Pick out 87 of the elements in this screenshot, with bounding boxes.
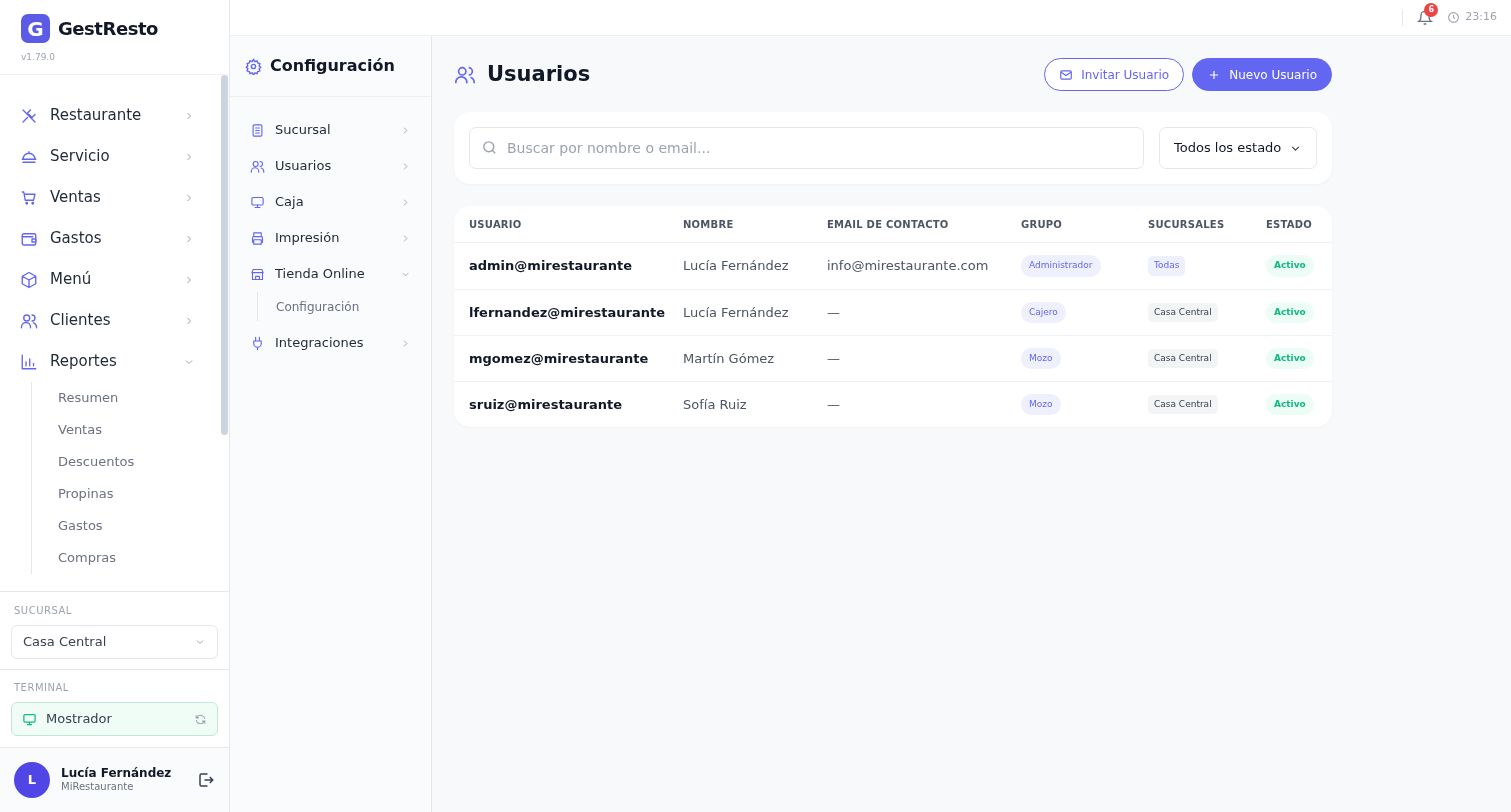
- nav-item[interactable]: Gastos: [20, 218, 195, 259]
- settings-nav-subitem[interactable]: Configuración: [276, 292, 360, 321]
- branch-tag: Todas: [1148, 256, 1186, 276]
- terminal-select[interactable]: Mostrador: [11, 702, 218, 736]
- username-cell-text: sruiz@mirestaurante: [469, 395, 623, 414]
- email-cell-text: —: [827, 349, 840, 368]
- logout-icon[interactable]: [197, 771, 215, 789]
- column-header: USUARIO: [469, 217, 522, 232]
- name-cell-text: Lucía Fernández: [683, 257, 789, 276]
- status-tag: Activo: [1266, 393, 1314, 416]
- app-logo: G: [21, 14, 50, 43]
- status-tag: Activo: [1266, 301, 1314, 324]
- monitor-icon: [22, 711, 37, 727]
- fork-knife-icon: [20, 106, 38, 125]
- section-label: SUCURSAL: [13, 604, 73, 618]
- username-cell-text: admin@mirestaurante: [469, 257, 632, 276]
- avatar[interactable]: L: [14, 762, 50, 798]
- column-header: GRUPO: [1021, 217, 1063, 232]
- settings-nav-item[interactable]: Usuarios: [250, 148, 411, 184]
- group-tag: Mozo: [1021, 347, 1061, 370]
- nav-item[interactable]: Clientes: [20, 300, 195, 341]
- branch-tag: Casa Central: [1148, 302, 1218, 323]
- status-tag: Activo: [1266, 347, 1314, 370]
- nav-subitem[interactable]: Compras: [58, 542, 117, 574]
- nav-subitem[interactable]: Propinas: [58, 478, 114, 510]
- clock-icon: [1447, 11, 1461, 24]
- column-header: NOMBRE: [683, 217, 734, 232]
- settings-icon: [245, 57, 262, 75]
- nav-item[interactable]: Servicio: [20, 136, 195, 177]
- new-user-button[interactable]: Nuevo Usuario: [1192, 58, 1332, 91]
- plug-icon: [250, 335, 265, 351]
- username-cell-text: lfernandez@mirestaurante: [469, 303, 665, 322]
- group-tag: Mozo: [1021, 393, 1061, 416]
- branch-tag: Casa Central: [1148, 348, 1218, 369]
- name-cell-text: Lucía Fernández: [683, 303, 789, 322]
- column-header: EMAIL DE CONTACTO: [827, 217, 949, 232]
- email-cell-text: —: [827, 395, 840, 414]
- settings-nav-item[interactable]: Caja: [250, 184, 411, 220]
- page-title: Usuarios: [487, 60, 591, 88]
- settings-nav-item[interactable]: Impresión: [250, 220, 411, 256]
- printer-icon: [250, 230, 265, 246]
- username-cell-text: mgomez@mirestaurante: [469, 349, 649, 368]
- settings-nav-item[interactable]: Tienda Online: [250, 256, 411, 292]
- email-cell-text: info@mirestaurante.com: [827, 257, 989, 276]
- branch-select[interactable]: Casa Central: [11, 625, 218, 659]
- section-label: TERMINAL: [13, 681, 70, 695]
- notification-count: 6: [1424, 2, 1439, 17]
- users-icon: [20, 311, 38, 330]
- cart-icon: [20, 188, 38, 207]
- nav-item[interactable]: Menú: [20, 259, 195, 300]
- nav-item[interactable]: Restaurante: [20, 95, 195, 136]
- column-header: ESTADO: [1266, 217, 1313, 232]
- settings-nav-item[interactable]: Integraciones: [250, 325, 411, 361]
- invite-user-button[interactable]: Invitar Usuario: [1044, 58, 1185, 91]
- refresh-icon: [194, 712, 207, 726]
- email-cell-text: —: [827, 303, 840, 322]
- bar-chart-icon: [20, 352, 38, 371]
- app-name: GestResto: [58, 17, 158, 41]
- monitor-icon: [250, 194, 265, 210]
- search-field[interactable]: Buscar por nombre o email...: [469, 127, 1144, 169]
- column-header: SUCURSALES: [1148, 217, 1225, 232]
- building-icon: [250, 122, 265, 138]
- nav-subitem[interactable]: Resumen: [58, 382, 119, 414]
- nav-item[interactable]: Ventas: [20, 177, 195, 218]
- settings-nav-item[interactable]: Sucursal: [250, 112, 411, 148]
- name-cell-text: Sofía Ruiz: [683, 395, 747, 414]
- scrollbar-thumb[interactable]: [221, 75, 228, 435]
- panel-title: Configuración: [270, 55, 395, 77]
- status-tag: Activo: [1266, 255, 1314, 277]
- mail-icon: [1059, 67, 1074, 82]
- users-icon: [250, 158, 265, 174]
- nav-subitem[interactable]: Gastos: [58, 510, 103, 542]
- search-icon: [481, 139, 498, 156]
- group-tag: Administrador: [1021, 255, 1101, 277]
- user-name: Lucía Fernández: [61, 766, 172, 782]
- branch-tag: Casa Central: [1148, 394, 1218, 415]
- store-icon: [250, 266, 265, 282]
- clock-time: 23:16: [1465, 9, 1497, 26]
- box-icon: [20, 270, 38, 289]
- nav-subitem[interactable]: Ventas: [58, 414, 102, 446]
- nav-subitem[interactable]: Descuentos: [58, 446, 135, 478]
- status-filter[interactable]: Todos los estado: [1159, 127, 1317, 169]
- group-tag: Cajero: [1021, 301, 1066, 324]
- name-cell-text: Martín Gómez: [683, 349, 775, 368]
- nav-item[interactable]: Reportes: [20, 341, 195, 382]
- organization-name: MiRestaurante: [61, 781, 134, 794]
- version-text: v1.79.0: [21, 51, 55, 64]
